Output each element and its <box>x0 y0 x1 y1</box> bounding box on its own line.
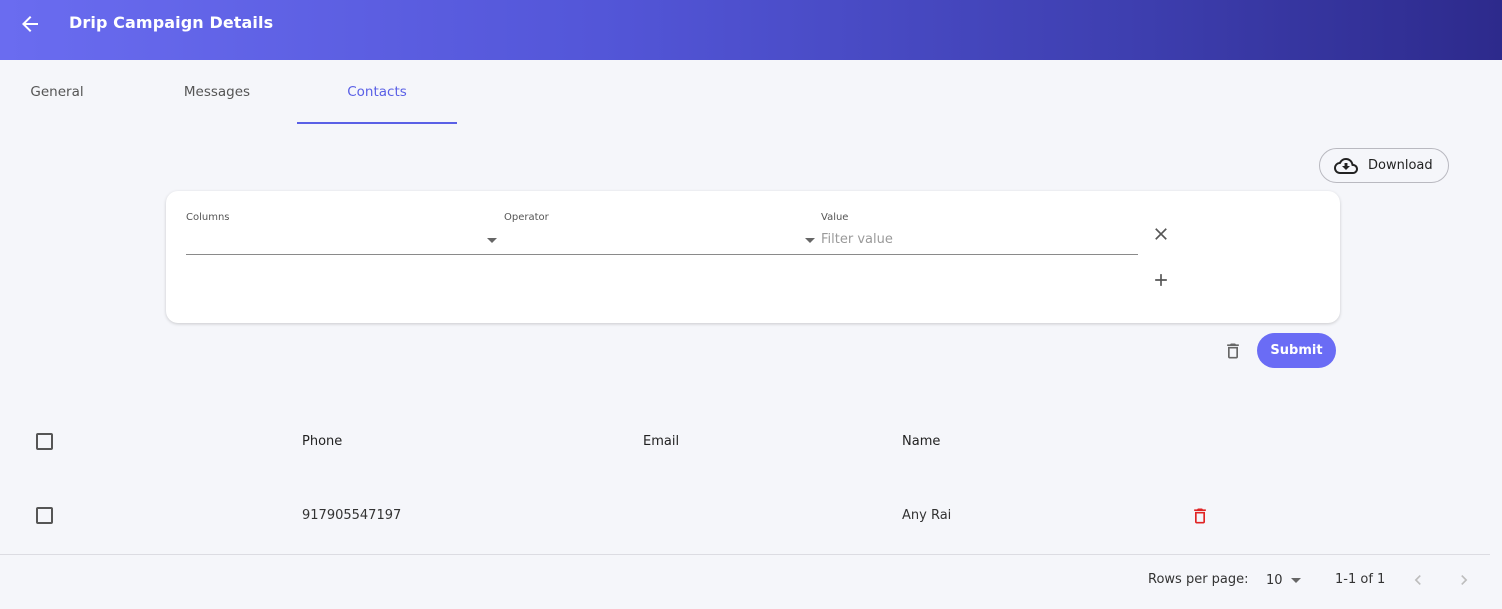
rows-per-page-value: 10 <box>1266 572 1283 588</box>
arrow-left-icon <box>22 16 38 32</box>
close-icon <box>1155 228 1167 240</box>
plus-icon <box>1155 274 1167 286</box>
add-filter-button[interactable] <box>1149 268 1173 292</box>
clear-filters-button[interactable] <box>1221 338 1245 364</box>
download-label: Download <box>1368 158 1433 173</box>
column-header-name[interactable]: Name <box>902 434 940 449</box>
operator-select[interactable] <box>504 225 816 253</box>
next-page-button[interactable] <box>1452 568 1476 592</box>
table-header-row: Phone Email Name <box>0 420 1490 464</box>
app-header: Drip Campaign Details <box>0 0 1502 60</box>
columns-underline <box>186 254 498 255</box>
back-button[interactable] <box>14 10 46 38</box>
operator-dropdown-icon <box>805 238 815 243</box>
pagination-range: 1-1 of 1 <box>1335 572 1386 587</box>
page-title: Drip Campaign Details <box>69 13 274 32</box>
chevron-left-icon <box>1414 575 1421 585</box>
select-all-checkbox[interactable] <box>36 433 53 450</box>
rows-per-page-dropdown-icon <box>1290 577 1301 583</box>
table-divider <box>0 554 1490 555</box>
submit-button[interactable]: Submit <box>1257 333 1336 368</box>
columns-label: Columns <box>186 212 230 223</box>
operator-underline <box>498 254 816 255</box>
rows-per-page-select[interactable]: 10 <box>1266 566 1306 594</box>
columns-dropdown-icon <box>487 238 497 243</box>
cloud-download-icon <box>1334 157 1358 174</box>
value-label: Value <box>821 212 849 223</box>
value-underline <box>816 254 1138 255</box>
active-tab-indicator <box>297 122 457 124</box>
tab-bar: General Messages Contacts <box>0 60 500 124</box>
tab-contacts[interactable]: Contacts <box>297 60 457 124</box>
cell-name: Any Rai <box>902 508 952 523</box>
trash-icon <box>1227 343 1239 359</box>
column-header-email[interactable]: Email <box>643 434 679 449</box>
columns-select[interactable] <box>186 225 498 253</box>
delete-row-button[interactable] <box>1188 504 1212 528</box>
rows-per-page-label: Rows per page: <box>1148 572 1249 587</box>
download-button[interactable]: Download <box>1319 148 1449 183</box>
tab-messages[interactable]: Messages <box>137 60 297 124</box>
operator-label: Operator <box>504 212 549 223</box>
filter-panel: Columns Operator Value Filter value <box>166 191 1340 323</box>
filter-value-input[interactable]: Filter value <box>821 232 893 247</box>
chevron-right-icon <box>1461 575 1468 585</box>
column-header-phone[interactable]: Phone <box>302 434 342 449</box>
cell-phone: 917905547197 <box>302 508 402 523</box>
remove-filter-button[interactable] <box>1149 222 1173 246</box>
trash-icon <box>1194 508 1206 524</box>
table-row: 917905547197 Any Rai <box>0 495 1490 537</box>
tab-general[interactable]: General <box>0 60 137 124</box>
row-checkbox[interactable] <box>36 507 53 524</box>
previous-page-button[interactable] <box>1406 568 1430 592</box>
